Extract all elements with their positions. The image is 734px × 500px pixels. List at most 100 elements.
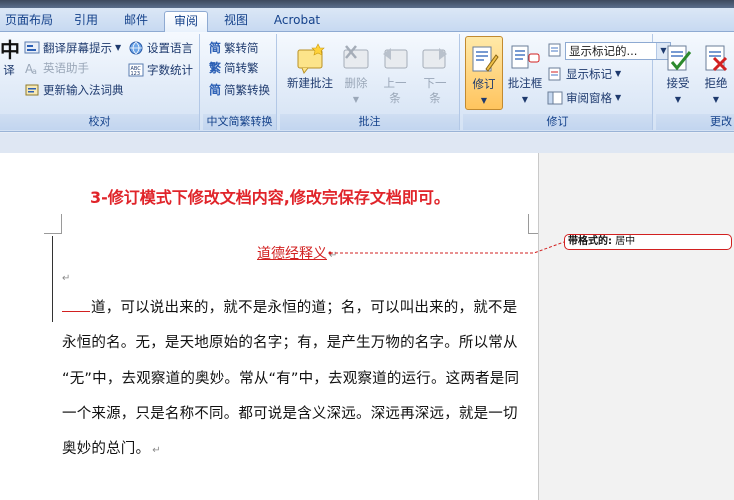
translate-label: 译	[3, 63, 15, 77]
track-changes-label: 修订	[472, 77, 496, 91]
tab-references[interactable]: 引用	[66, 11, 106, 32]
svg-text:123: 123	[131, 71, 141, 77]
balloons-label: 批注框	[507, 76, 543, 90]
set-language-button[interactable]: 设置语言	[128, 38, 193, 58]
crop-mark	[61, 214, 62, 234]
accept-button[interactable]: 接受 ▼	[660, 36, 696, 112]
delete-comment-icon	[343, 45, 369, 69]
body-line-1[interactable]: 道，可以说出来的，就不是永恒的道；名，可以叫出来的，就不是	[62, 296, 517, 317]
track-changes-button[interactable]: 修订 ▼	[465, 36, 503, 110]
changes-group: 接受 ▼ 拒绝 ▼ 更改	[656, 34, 734, 130]
proofing-group: 中 译 翻译屏幕提示 ▼ Aa 英语助手 更新输入法词典 设置语言 ABC 123…	[0, 34, 200, 130]
conversion-icon: 简	[209, 83, 222, 97]
window-top-strip	[0, 0, 734, 8]
new-comment-button[interactable]: 新建批注	[284, 36, 336, 112]
globe-icon	[129, 41, 143, 55]
next-comment-label-line1: 下一	[423, 76, 447, 90]
chevron-down-icon: ▼	[115, 43, 122, 52]
body-line-4[interactable]: 一个来源，只是名称不同。都可说是含义深远。深远再深远，就是一切	[62, 402, 518, 423]
traditional-to-simplified-button[interactable]: 简 繁转简	[209, 38, 259, 58]
comments-group: 新建批注 删除 ▼ 上一 条 下一 条 批注	[280, 34, 460, 130]
reject-icon	[705, 45, 728, 72]
simplified-to-traditional-button[interactable]: 繁 简转繁	[209, 58, 259, 78]
crop-mark	[44, 233, 62, 234]
document-title[interactable]: 道德经释义 ↵	[257, 243, 337, 263]
crop-mark	[528, 233, 538, 234]
insertion-underline	[62, 300, 90, 312]
chevron-down-icon: ▼	[615, 93, 622, 102]
next-comment-button[interactable]: 下一 条	[416, 36, 454, 112]
word-count-button[interactable]: ABC 123 字数统计	[128, 60, 193, 80]
display-for-review-icon	[548, 43, 561, 57]
display-for-review-control[interactable]	[547, 40, 563, 60]
show-markup-button[interactable]: 显示标记 ▼	[547, 64, 621, 84]
body-line-5[interactable]: 奥妙的总门。 ↵	[62, 437, 161, 458]
accept-icon	[667, 45, 692, 71]
show-markup-label: 显示标记	[566, 67, 612, 81]
balloons-icon	[511, 45, 540, 69]
review-pane-label: 审阅窗格	[566, 91, 612, 105]
reject-button[interactable]: 拒绝 ▼	[698, 36, 734, 112]
chevron-down-icon: ▼	[615, 69, 622, 78]
conversion-icon: 繁	[209, 61, 222, 75]
english-helper-button[interactable]: Aa 英语助手	[24, 58, 89, 78]
markup-area	[538, 153, 734, 500]
svg-text:a: a	[32, 67, 37, 76]
formatting-balloon[interactable]: 带格式的: 居中	[564, 234, 732, 250]
conversion-icon: 简	[209, 41, 222, 55]
review-pane-icon	[547, 91, 563, 105]
english-helper-label: 英语助手	[43, 61, 89, 75]
word-count-icon: ABC123	[128, 63, 144, 77]
body-line-3[interactable]: “无”中，去观察道的奥妙。常从“有”中，去观察道的运行。这两者是同	[62, 367, 519, 388]
chinese-conversion-group-label: 中文简繁转换	[203, 114, 276, 130]
update-dictionary-icon	[25, 84, 39, 96]
balloons-button[interactable]: 批注框 ▼	[505, 36, 545, 112]
tab-review[interactable]: 审阅	[164, 11, 208, 32]
changes-group-label: 更改	[656, 114, 734, 130]
proofing-group-label: 校对	[0, 114, 199, 130]
tab-page-layout[interactable]: 页面布局	[2, 11, 56, 32]
english-helper-icon: Aa	[25, 62, 37, 76]
translate-button[interactable]: 中 译	[0, 38, 20, 78]
next-comment-label-line2: 条	[429, 91, 441, 105]
crop-mark	[528, 214, 529, 234]
delete-comment-button[interactable]: 删除 ▼	[338, 36, 374, 112]
translate-tip-button[interactable]: 翻译屏幕提示 ▼	[24, 38, 121, 58]
chevron-down-icon: ▼	[521, 95, 529, 104]
tracking-group: 修订 ▼ 批注框 ▼ 显示标记的... ▼ 显示标记 ▼ 审阅窗格 ▼ 修订	[463, 34, 671, 130]
paragraph-mark: ↵	[152, 445, 161, 456]
conversion-button[interactable]: 简 简繁转换	[209, 80, 270, 100]
chevron-down-icon: ▼	[480, 96, 488, 105]
previous-comment-label-line2: 条	[389, 91, 401, 105]
set-language-label: 设置语言	[147, 41, 193, 55]
tracking-group-label: 修订	[463, 114, 652, 130]
ribbon: 中 译 翻译屏幕提示 ▼ Aa 英语助手 更新输入法词典 设置语言 ABC 123…	[0, 32, 734, 132]
previous-comment-button[interactable]: 上一 条	[376, 36, 414, 112]
next-comment-icon	[422, 48, 447, 69]
conversion-label: 简繁转换	[224, 83, 271, 97]
tab-mailings[interactable]: 邮件	[116, 11, 156, 32]
change-bar	[52, 236, 53, 322]
comments-group-label: 批注	[280, 114, 459, 130]
show-markup-icon	[548, 67, 561, 81]
update-ime-label: 更新输入法词典	[43, 83, 124, 97]
chevron-down-icon: ▼	[352, 95, 360, 104]
ribbon-tab-bar: 页面布局 引用 邮件 审阅 视图 Acrobat	[0, 8, 734, 32]
reject-label: 拒绝	[704, 76, 728, 90]
instruction-heading: 3-修订模式下修改文档内容,修改完保存文档即可。	[90, 188, 450, 207]
review-pane-button[interactable]: 审阅窗格 ▼	[547, 88, 621, 108]
previous-comment-label-line1: 上一	[383, 76, 407, 90]
update-ime-button[interactable]: 更新输入法词典	[24, 80, 124, 100]
tab-view[interactable]: 视图	[216, 11, 256, 32]
body-line-2[interactable]: 永恒的名。无，是天地原始的名字；有，是产生万物的名字。所以常从	[62, 331, 518, 352]
document-title-text: 道德经释义	[257, 246, 327, 262]
display-for-review-value: 显示标记的...	[569, 44, 638, 58]
delete-comment-label: 删除	[344, 76, 368, 90]
new-comment-label: 新建批注	[287, 76, 333, 90]
traditional-to-simplified-label: 繁转简	[224, 41, 259, 55]
tab-acrobat[interactable]: Acrobat	[266, 11, 328, 32]
word-count-label: 字数统计	[147, 63, 193, 77]
paragraph-mark: ↵	[62, 273, 71, 284]
translate-tip-label: 翻译屏幕提示	[43, 41, 112, 55]
translate-tip-icon	[24, 41, 40, 54]
